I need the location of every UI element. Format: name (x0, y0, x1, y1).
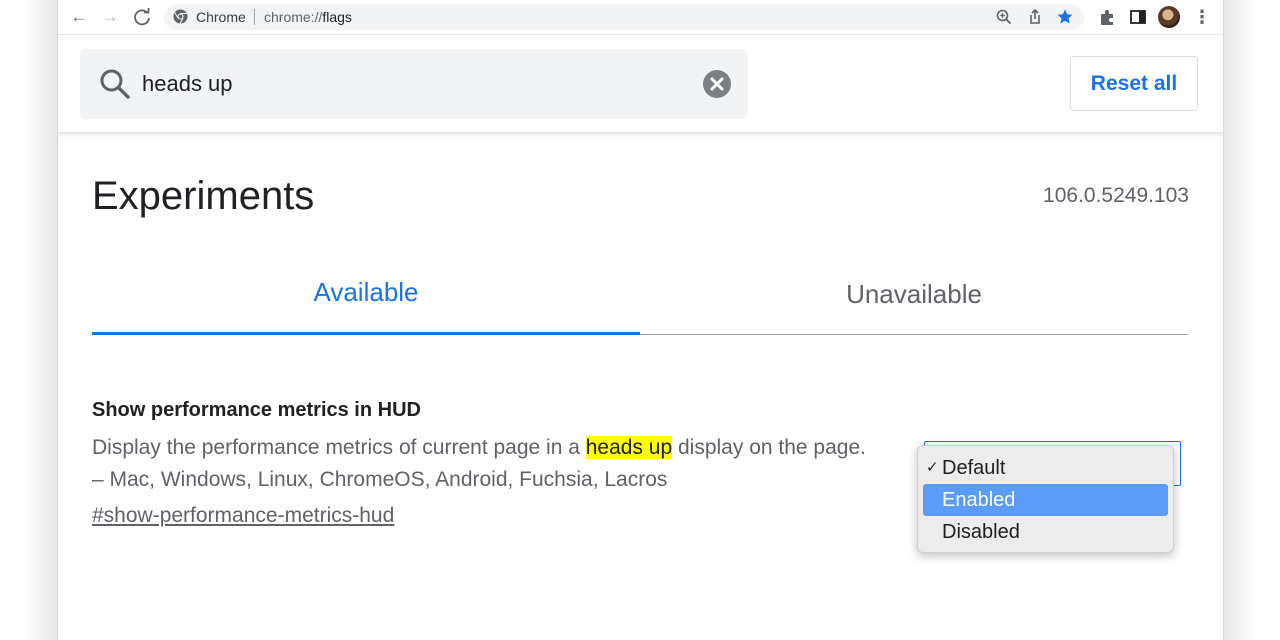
search-icon (100, 69, 130, 99)
clear-search-icon[interactable] (702, 69, 732, 99)
page-title: Experiments (92, 174, 315, 218)
option-disabled[interactable]: Disabled (923, 516, 1168, 548)
tab-unavailable[interactable]: Unavailable (640, 262, 1188, 335)
bookmark-star-icon[interactable] (1055, 7, 1075, 27)
experiment-description: Display the performance metrics of curre… (92, 432, 872, 496)
search-input[interactable] (142, 67, 682, 101)
chrome-logo-icon (173, 9, 188, 24)
experiment-permalink[interactable]: #show-performance-metrics-hud (92, 502, 394, 530)
browser-toolbar: ← → Chrome chrome://flags ⋮ (58, 0, 1223, 35)
flags-header: Reset all (58, 35, 1223, 133)
version-number: 106.0.5249.103 (1043, 184, 1189, 207)
omnibox-divider (254, 9, 255, 25)
select-dropdown-menu: ✓ Default Enabled Disabled (917, 445, 1174, 553)
option-label: Default (942, 457, 1006, 479)
profile-avatar[interactable] (1158, 6, 1180, 28)
page-backdrop-right (1220, 0, 1280, 640)
reset-all-button[interactable]: Reset all (1070, 56, 1198, 111)
url-scheme: chrome:// (264, 9, 323, 25)
omnibox[interactable]: Chrome chrome://flags (164, 4, 1084, 30)
option-default[interactable]: ✓ Default (923, 452, 1168, 484)
side-panel-icon[interactable] (1127, 6, 1149, 28)
search-match-highlight: heads up (585, 436, 673, 459)
url-text[interactable]: chrome://flags (264, 8, 352, 26)
extensions-icon[interactable] (1096, 6, 1118, 28)
checkmark-icon: ✓ (926, 459, 939, 476)
back-icon[interactable]: ← (68, 6, 90, 28)
option-enabled[interactable]: Enabled (923, 484, 1168, 516)
option-label: Disabled (942, 521, 1020, 543)
browser-window: ← → Chrome chrome://flags ⋮ heads up Res… (57, 0, 1224, 640)
option-label: Enabled (942, 489, 1016, 511)
page-backdrop-left (0, 0, 58, 640)
forward-icon[interactable]: → (99, 6, 121, 28)
more-menu-icon[interactable]: ⋮ (1192, 6, 1212, 28)
search-box[interactable] (80, 49, 748, 119)
site-chip[interactable]: Chrome (196, 8, 246, 26)
experiment-title: Show performance metrics in HUD (92, 399, 421, 421)
url-path: flags (322, 9, 352, 25)
tab-available[interactable]: Available (92, 262, 640, 335)
reload-icon[interactable] (131, 6, 153, 28)
tab-bar: Available Unavailable (92, 262, 1188, 335)
zoom-icon[interactable] (994, 7, 1014, 27)
share-icon[interactable] (1025, 7, 1045, 27)
description-text: Display the performance metrics of curre… (92, 436, 586, 459)
